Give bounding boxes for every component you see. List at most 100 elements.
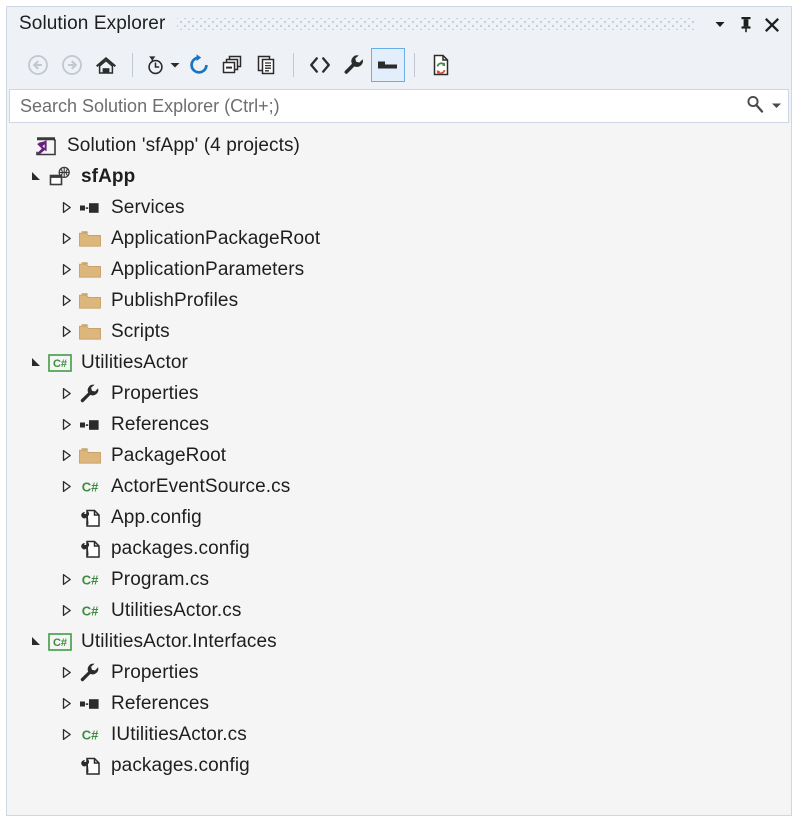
tree-item-label: packages.config: [111, 537, 250, 559]
show-all-files-icon: [255, 53, 279, 77]
folder-publishprofiles[interactable]: PublishProfiles: [7, 285, 791, 316]
window-dropdown-button[interactable]: [707, 11, 733, 37]
tree-item-label: References: [111, 692, 210, 714]
csharp-project-icon: C#: [47, 347, 73, 378]
titlebar-grip[interactable]: [177, 18, 695, 30]
twisty-spacer: [55, 502, 77, 533]
svg-text:C#: C#: [82, 479, 99, 494]
folder-applicationpackageroot[interactable]: ApplicationPackageRoot: [7, 223, 791, 254]
tree-item-label: Services: [111, 196, 185, 218]
folder-scripts[interactable]: Scripts: [7, 316, 791, 347]
refresh-icon: [187, 53, 211, 77]
csharp-file-icon: C#: [77, 595, 103, 626]
back-button[interactable]: [21, 48, 55, 82]
project-utilitiesactor-interfaces[interactable]: C# UtilitiesActor.Interfaces: [7, 626, 791, 657]
tree-item-label: sfApp: [81, 165, 136, 187]
twisty-spacer: [11, 130, 33, 161]
tree-item-label: ApplicationPackageRoot: [111, 227, 321, 249]
collapse-triangle-icon[interactable]: [55, 688, 77, 719]
tree-item-label: IUtilitiesActor.cs: [111, 723, 247, 745]
folder-icon: [77, 254, 103, 285]
folder-icon: [77, 223, 103, 254]
tree-item-label: Scripts: [111, 320, 170, 342]
tree-item-label: UtilitiesActor.Interfaces: [81, 630, 277, 652]
collapse-all-button[interactable]: [216, 48, 250, 82]
properties-button[interactable]: [337, 48, 371, 82]
project-utilitiesactor[interactable]: C# UtilitiesActor: [7, 347, 791, 378]
solution-node[interactable]: Solution 'sfApp' (4 projects): [7, 130, 791, 161]
search-bar[interactable]: [9, 89, 789, 123]
expand-triangle-icon[interactable]: [25, 347, 47, 378]
svg-text:C#: C#: [53, 637, 67, 649]
refresh-button[interactable]: [182, 48, 216, 82]
references-icon: [77, 688, 103, 719]
view-code-button[interactable]: [303, 48, 337, 82]
collapse-triangle-icon[interactable]: [55, 440, 77, 471]
magnifier-icon[interactable]: [745, 94, 765, 119]
close-button[interactable]: [759, 11, 785, 37]
expand-triangle-icon[interactable]: [25, 626, 47, 657]
folder-applicationparameters[interactable]: ApplicationParameters: [7, 254, 791, 285]
file-iutilitiesactor-cs[interactable]: C# IUtilitiesActor.cs: [7, 719, 791, 750]
search-input[interactable]: [20, 95, 739, 117]
file-actoreventsource-cs[interactable]: C# ActorEventSource.cs: [7, 471, 791, 502]
collapse-triangle-icon[interactable]: [55, 316, 77, 347]
preview-selected-button[interactable]: [371, 48, 405, 82]
folder-icon: [77, 316, 103, 347]
references-icon: [77, 192, 103, 223]
tree-item-label: App.config: [111, 506, 202, 528]
close-icon: [764, 16, 780, 32]
csharp-project-icon: C#: [47, 626, 73, 657]
config-file-icon: [77, 502, 103, 533]
pin-button[interactable]: [733, 11, 759, 37]
collapse-triangle-icon[interactable]: [55, 378, 77, 409]
node-references-1[interactable]: References: [7, 409, 791, 440]
tree-item-label: References: [111, 413, 210, 435]
node-properties-2[interactable]: Properties: [7, 657, 791, 688]
project-sfapp[interactable]: sfApp: [7, 161, 791, 192]
collapse-triangle-icon[interactable]: [55, 254, 77, 285]
file-packages-config-2[interactable]: packages.config: [7, 750, 791, 781]
node-services[interactable]: Services: [7, 192, 791, 223]
pending-changes-dropdown[interactable]: [168, 48, 182, 82]
show-all-files-button[interactable]: [250, 48, 284, 82]
collapse-triangle-icon[interactable]: [55, 223, 77, 254]
csharp-file-icon: C#: [77, 471, 103, 502]
collapse-triangle-icon[interactable]: [55, 564, 77, 595]
forward-button[interactable]: [55, 48, 89, 82]
file-packages-config-1[interactable]: packages.config: [7, 533, 791, 564]
collapse-triangle-icon[interactable]: [55, 595, 77, 626]
file-app-config[interactable]: App.config: [7, 502, 791, 533]
collapse-triangle-icon[interactable]: [55, 409, 77, 440]
pending-changes-button[interactable]: [142, 48, 168, 82]
sync-with-document-button[interactable]: [424, 48, 458, 82]
file-utilitiesactor-cs[interactable]: C# UtilitiesActor.cs: [7, 595, 791, 626]
collapse-triangle-icon[interactable]: [55, 719, 77, 750]
solution-tree[interactable]: Solution 'sfApp' (4 projects) sfApp Serv…: [7, 123, 791, 815]
preview-pane-icon: [376, 56, 400, 74]
home-button[interactable]: [89, 48, 123, 82]
file-program-cs[interactable]: C# Program.cs: [7, 564, 791, 595]
folder-icon: [77, 440, 103, 471]
tree-item-label: Solution 'sfApp' (4 projects): [67, 134, 300, 156]
tree-item-label: packages.config: [111, 754, 250, 776]
tree-item-label: PublishProfiles: [111, 289, 239, 311]
config-file-icon: [77, 533, 103, 564]
svg-text:C#: C#: [53, 358, 67, 370]
toolbar-separator-1: [132, 53, 133, 77]
tree-item-label: PackageRoot: [111, 444, 227, 466]
expand-triangle-icon[interactable]: [25, 161, 47, 192]
svg-text:C#: C#: [82, 603, 99, 618]
node-properties-1[interactable]: Properties: [7, 378, 791, 409]
tree-item-label: Properties: [111, 661, 199, 683]
search-dropdown-icon[interactable]: [771, 97, 782, 115]
toolbar: [7, 41, 791, 89]
tree-item-label: Properties: [111, 382, 199, 404]
tree-item-label: ApplicationParameters: [111, 258, 305, 280]
collapse-triangle-icon[interactable]: [55, 471, 77, 502]
node-references-2[interactable]: References: [7, 688, 791, 719]
folder-packageroot[interactable]: PackageRoot: [7, 440, 791, 471]
collapse-triangle-icon[interactable]: [55, 192, 77, 223]
collapse-triangle-icon[interactable]: [55, 657, 77, 688]
collapse-triangle-icon[interactable]: [55, 285, 77, 316]
